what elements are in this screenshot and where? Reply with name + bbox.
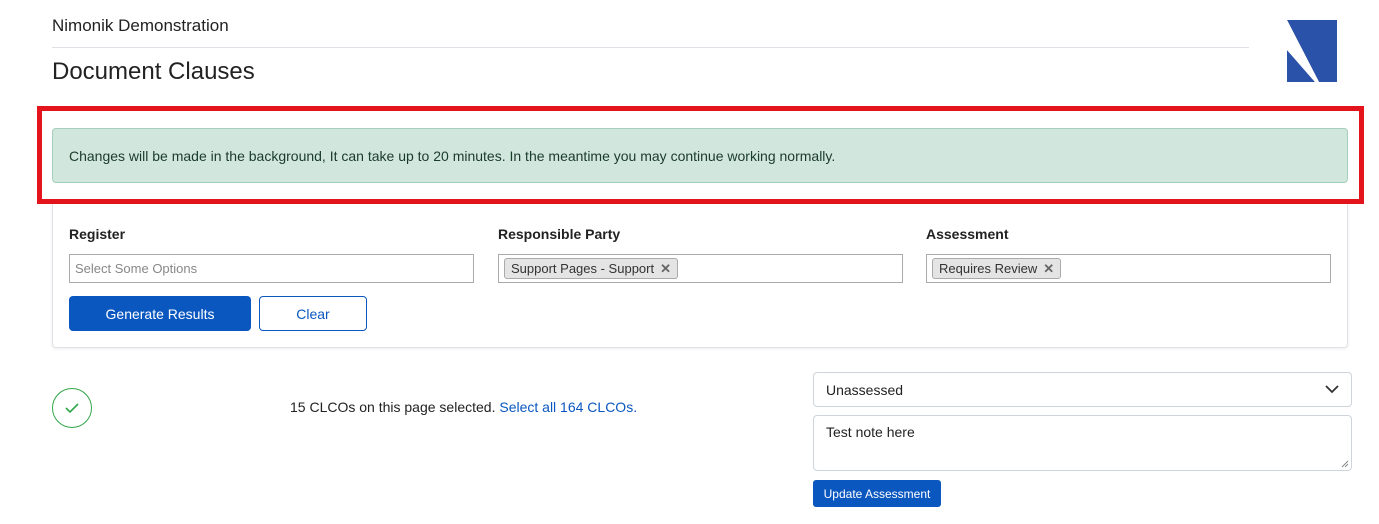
- assessment-selected-value: Unassessed: [826, 381, 904, 398]
- selection-status: 15 CLCOs on this page selected. Select a…: [290, 399, 637, 415]
- page-title: Document Clauses: [52, 58, 255, 85]
- check-icon: [65, 403, 79, 414]
- resize-handle-icon[interactable]: [1341, 460, 1349, 468]
- register-placeholder: Select Some Options: [75, 261, 198, 276]
- nimonik-logo-icon[interactable]: [1287, 20, 1337, 82]
- generate-results-button[interactable]: Generate Results: [69, 296, 251, 331]
- assessment-label: Assessment: [926, 226, 1009, 242]
- alert-message: Changes will be made in the background, …: [69, 147, 836, 164]
- note-text: Test note here: [826, 424, 915, 440]
- responsible-party-select[interactable]: Support Pages - Support ✕: [498, 254, 903, 283]
- chevron-down-icon: [1325, 385, 1339, 394]
- remove-chip-icon[interactable]: ✕: [1043, 261, 1054, 277]
- chip-label: Requires Review: [939, 261, 1038, 276]
- assessment-filter-select[interactable]: Requires Review ✕: [926, 254, 1331, 283]
- chip-label: Support Pages - Support: [511, 261, 655, 276]
- select-all-toggle[interactable]: [52, 388, 92, 428]
- success-alert: Changes will be made in the background, …: [52, 128, 1348, 183]
- register-label: Register: [69, 226, 126, 242]
- register-select[interactable]: Select Some Options: [69, 254, 474, 283]
- select-all-link[interactable]: Select all 164 CLCOs.: [499, 399, 637, 415]
- header-divider: [52, 47, 1249, 48]
- remove-chip-icon[interactable]: ✕: [660, 261, 671, 277]
- responsible-party-chip: Support Pages - Support ✕: [504, 258, 678, 279]
- responsible-party-label: Responsible Party: [498, 226, 621, 242]
- assessment-chip: Requires Review ✕: [932, 258, 1062, 279]
- selection-count-text: 15 CLCOs on this page selected.: [290, 399, 496, 415]
- assessment-status-select[interactable]: Unassessed: [813, 372, 1352, 407]
- note-textarea[interactable]: Test note here: [813, 415, 1352, 471]
- org-name: Nimonik Demonstration: [52, 16, 229, 35]
- clear-button[interactable]: Clear: [259, 296, 367, 331]
- update-assessment-button[interactable]: Update Assessment: [813, 480, 941, 507]
